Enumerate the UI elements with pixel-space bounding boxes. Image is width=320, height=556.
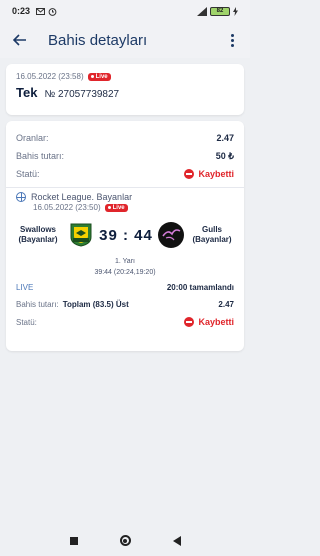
live-status-row: LIVE 20:00 tamamlandı [16, 283, 234, 292]
signal-icon [197, 6, 207, 16]
event-date: 16.05.2022 (23:50) [33, 203, 101, 212]
stake-value: 50 ₺ [215, 150, 234, 161]
more-options-icon[interactable] [224, 30, 240, 50]
system-nav-bar [0, 525, 250, 556]
odds-row: Oranlar: 2.47 [16, 129, 234, 147]
selection-name: Toplam (83.5) Üst [62, 300, 129, 309]
system-icons: 82 [197, 6, 238, 16]
odds-label: Oranlar: [16, 133, 49, 143]
finished-text: 20:00 tamamlandı [166, 283, 234, 292]
selection-odd: 2.47 [218, 300, 234, 309]
status-bar: 0:23 82 [0, 0, 250, 22]
selection-row: Bahis tutarı: Toplam (83.5) Üst 2.47 [16, 300, 234, 309]
live-text: LIVE [16, 283, 34, 292]
status-label: Statü: [16, 169, 40, 179]
charging-icon [233, 6, 238, 16]
bet-type: Tek [16, 85, 38, 100]
bet-header-card: 16.05.2022 (23:58) Live Tek № 2705773982… [6, 64, 244, 115]
bet-number: № 27057739827 [44, 89, 120, 100]
page-title: Bahis detayları [48, 31, 148, 49]
bet-summary: Oranlar: 2.47 Bahis tutarı: 50 ₺ Statü: … [6, 121, 244, 183]
period-detail: 39:44 (20:24,19:20) [94, 269, 156, 276]
mail-icon [36, 7, 46, 15]
event-status-label: Statü: [16, 317, 37, 327]
home-icon[interactable] [119, 535, 131, 546]
selection-stake-label: Bahis tutarı: [16, 300, 59, 309]
bet-date: 16.05.2022 (23:58) [16, 72, 84, 81]
live-badge: Live [87, 72, 111, 81]
period-label: 1. Yarı [115, 258, 135, 265]
league-name: Rocket League. Bayanlar [31, 192, 133, 202]
stake-row: Bahis tutarı: 50 ₺ [16, 147, 234, 165]
battery-icon: 82 [210, 6, 230, 16]
score: 39 : 44 [99, 226, 153, 244]
event-status-badge: Kaybetti [184, 317, 234, 327]
lost-icon [184, 169, 195, 179]
away-team-name: Gulls (Bayanlar) [192, 225, 232, 244]
lost-icon [184, 317, 195, 327]
nav-back-icon[interactable] [172, 535, 181, 546]
odds-value: 2.47 [216, 133, 234, 143]
home-team-name: Swallows (Bayanlar) [18, 225, 58, 244]
match-scoreboard[interactable]: Swallows (Bayanlar) 39 : 44 Gulls (Bayan… [16, 220, 234, 250]
stake-label: Bahis tutarı: [16, 151, 65, 161]
period-info: 1. Yarı 39:44 (20:24,19:20) [16, 256, 234, 278]
alarm-icon [48, 7, 57, 16]
away-team-logo [158, 222, 184, 248]
recents-icon[interactable] [69, 536, 78, 545]
sport-ball-icon [16, 192, 26, 202]
home-team-logo [68, 223, 94, 247]
event-section: Rocket League. Bayanlar 16.05.2022 (23:5… [6, 188, 244, 327]
status-badge: Kaybetti [184, 169, 234, 179]
notification-icons [36, 7, 57, 16]
clock: 0:23 [12, 6, 31, 16]
app-bar: Bahis detayları [0, 22, 250, 58]
bet-details-card: Oranlar: 2.47 Bahis tutarı: 50 ₺ Statü: … [6, 121, 244, 351]
status-row: Statü: Kaybetti [16, 165, 234, 183]
event-live-badge: Live [104, 203, 128, 212]
event-status-row: Statü: Kaybetti [16, 317, 234, 327]
back-arrow-icon[interactable] [10, 30, 30, 50]
